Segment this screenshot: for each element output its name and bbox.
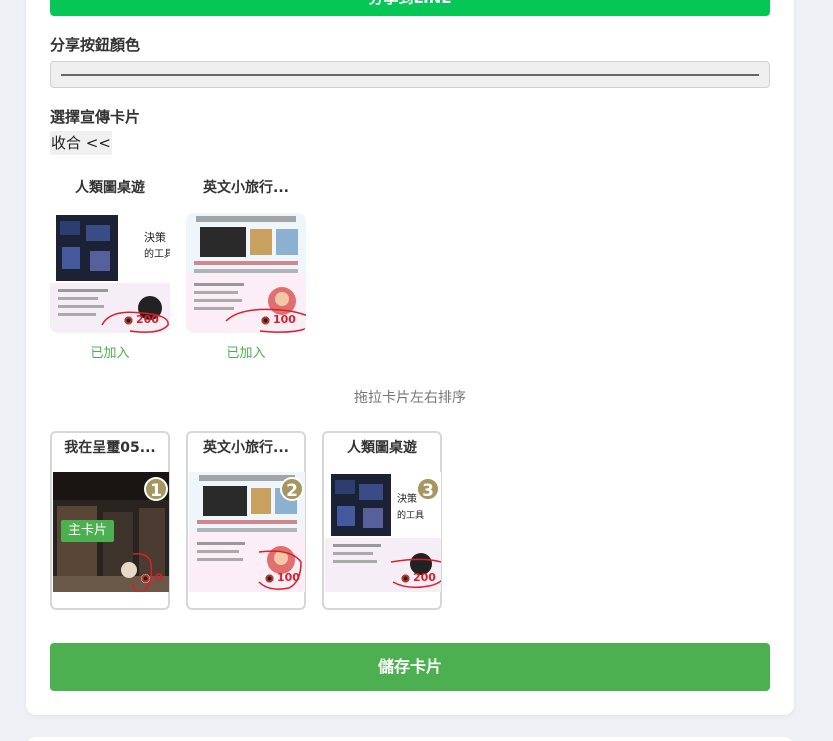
- svg-text:決策: 決策: [144, 230, 166, 244]
- sort-hint: 拖拉卡片左右排序: [354, 390, 466, 406]
- order-badge: 1: [144, 477, 168, 501]
- eye-icon: [141, 574, 150, 583]
- card-score: 0: [155, 571, 163, 584]
- card-score: 100: [277, 571, 300, 584]
- order-badge: 2: [280, 477, 304, 501]
- card-thumbnail[interactable]: 100: [186, 213, 306, 333]
- svg-text:決策: 決策: [397, 492, 417, 505]
- eye-icon: [124, 316, 133, 325]
- share-color-input[interactable]: [50, 61, 770, 88]
- save-cards-button[interactable]: 儲存卡片: [50, 643, 770, 691]
- card-title: 人類圖桌遊: [347, 440, 417, 456]
- share-line-button[interactable]: 分享到LINE: [50, 0, 770, 16]
- sorted-card[interactable]: 人類圖桌遊 決策 的工具 200 3: [322, 431, 442, 610]
- cards-section-label: 選擇宣傳卡片: [50, 108, 141, 126]
- color-swatch: [61, 74, 759, 76]
- card-score: 100: [273, 313, 296, 326]
- sorted-card[interactable]: 我在呈璽05... 主卡片 0 1: [50, 431, 170, 610]
- card-score: 200: [136, 313, 159, 326]
- card-title: 我在呈璽05...: [64, 440, 156, 456]
- card-title: 英文小旅行...: [203, 440, 289, 456]
- eye-icon: [265, 574, 274, 583]
- main-card-badge: 主卡片: [61, 520, 115, 542]
- card-status: 已加入: [90, 346, 130, 361]
- card-title: 人類圖桌遊: [75, 180, 145, 196]
- share-color-label: 分享按鈕顏色: [50, 36, 141, 54]
- collapse-button[interactable]: 收合 <<: [50, 131, 112, 155]
- card-title: 英文小旅行...: [203, 180, 289, 196]
- next-panel: [26, 737, 794, 741]
- eye-icon: [401, 574, 410, 583]
- order-badge: 3: [416, 477, 440, 501]
- card-thumbnail[interactable]: 決策 的工具 200: [50, 213, 170, 333]
- svg-text:的工具: 的工具: [397, 509, 424, 521]
- svg-text:的工具: 的工具: [144, 247, 170, 260]
- sorted-card[interactable]: 英文小旅行... 100 2: [186, 431, 306, 610]
- eye-icon: [261, 316, 270, 325]
- card-score: 200: [413, 571, 436, 584]
- card-status: 已加入: [226, 346, 266, 361]
